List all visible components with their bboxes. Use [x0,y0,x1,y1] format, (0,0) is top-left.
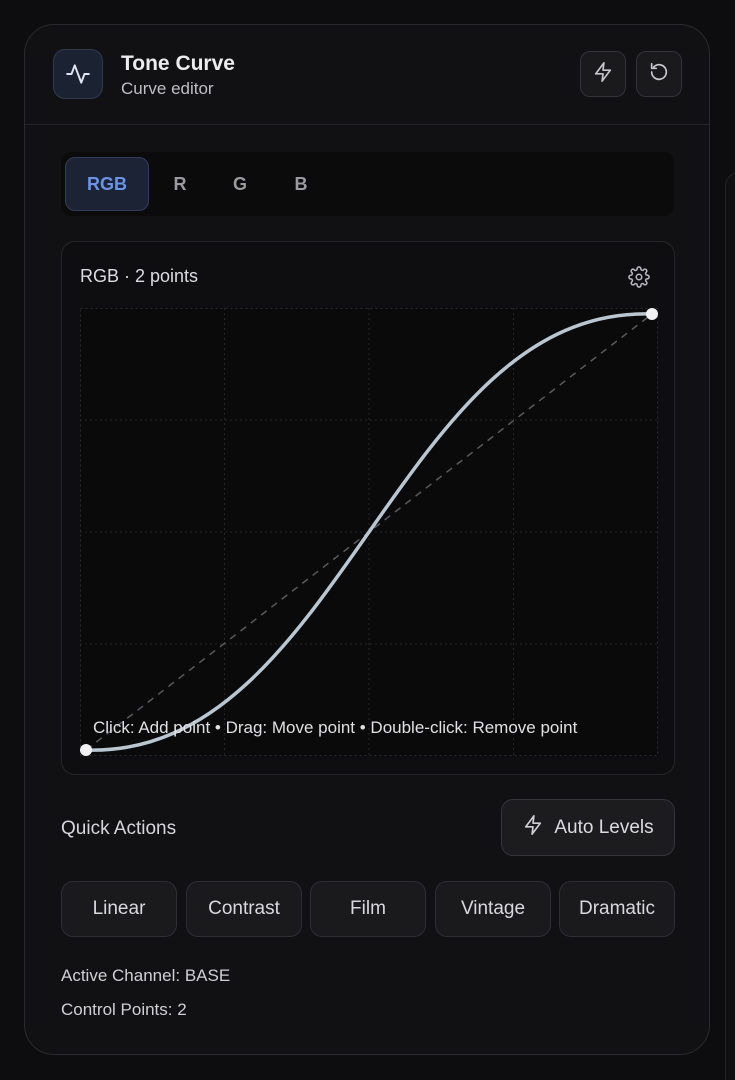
active-channel-value: BASE [184,966,231,985]
lightning-icon [592,61,614,88]
rotate-ccw-icon [648,61,670,88]
control-points-info: Control Points: 2 [61,1000,187,1020]
pulse-icon [53,49,103,99]
tab-rgb[interactable]: RGB [65,157,149,211]
preset-linear-button[interactable]: Linear [61,881,177,937]
card-header: Tone Curve Curve editor [25,25,709,125]
control-points-label: Control Points: [61,1000,173,1019]
tab-b[interactable]: B [280,157,322,211]
lightning-icon [522,814,544,842]
app-subtitle: Curve editor [121,79,214,98]
preset-contrast-button[interactable]: Contrast [186,881,302,937]
gear-icon[interactable] [628,266,650,288]
adjacent-panel-edge [725,172,735,1080]
active-channel-info: Active Channel: BASE [61,966,230,986]
auto-levels-button[interactable]: Auto Levels [501,799,675,856]
preset-vintage-button[interactable]: Vintage [435,881,551,937]
curve-editor-canvas[interactable]: Click: Add point • Drag: Move point • Do… [80,308,658,756]
active-channel-label: Active Channel: [61,966,181,985]
quick-actions-label: Quick Actions [61,818,177,839]
preset-buttons: Linear Contrast Film Vintage Dramatic [61,881,675,937]
tab-g[interactable]: G [219,157,261,211]
auto-levels-label: Auto Levels [554,816,654,838]
curve-panel: RGB · 2 points Click: Add point • Drag: … [61,241,675,775]
channel-tabs: RGB R G B [61,152,674,216]
app-title: Tone Curve [121,52,235,75]
preset-film-button[interactable]: Film [310,881,426,937]
tone-curve-card: Tone Curve Curve editor RGB R G B RGB · … [24,24,710,1055]
curve-header: RGB · 2 points [80,266,199,286]
auto-adjust-button[interactable] [580,51,626,97]
interaction-hint: Click: Add point • Drag: Move point • Do… [93,718,578,737]
control-points-value: 2 [177,1000,187,1019]
tab-r[interactable]: R [159,157,201,211]
control-point[interactable] [80,744,92,756]
preset-dramatic-button[interactable]: Dramatic [559,881,675,937]
reset-button[interactable] [636,51,682,97]
control-point[interactable] [646,308,658,320]
